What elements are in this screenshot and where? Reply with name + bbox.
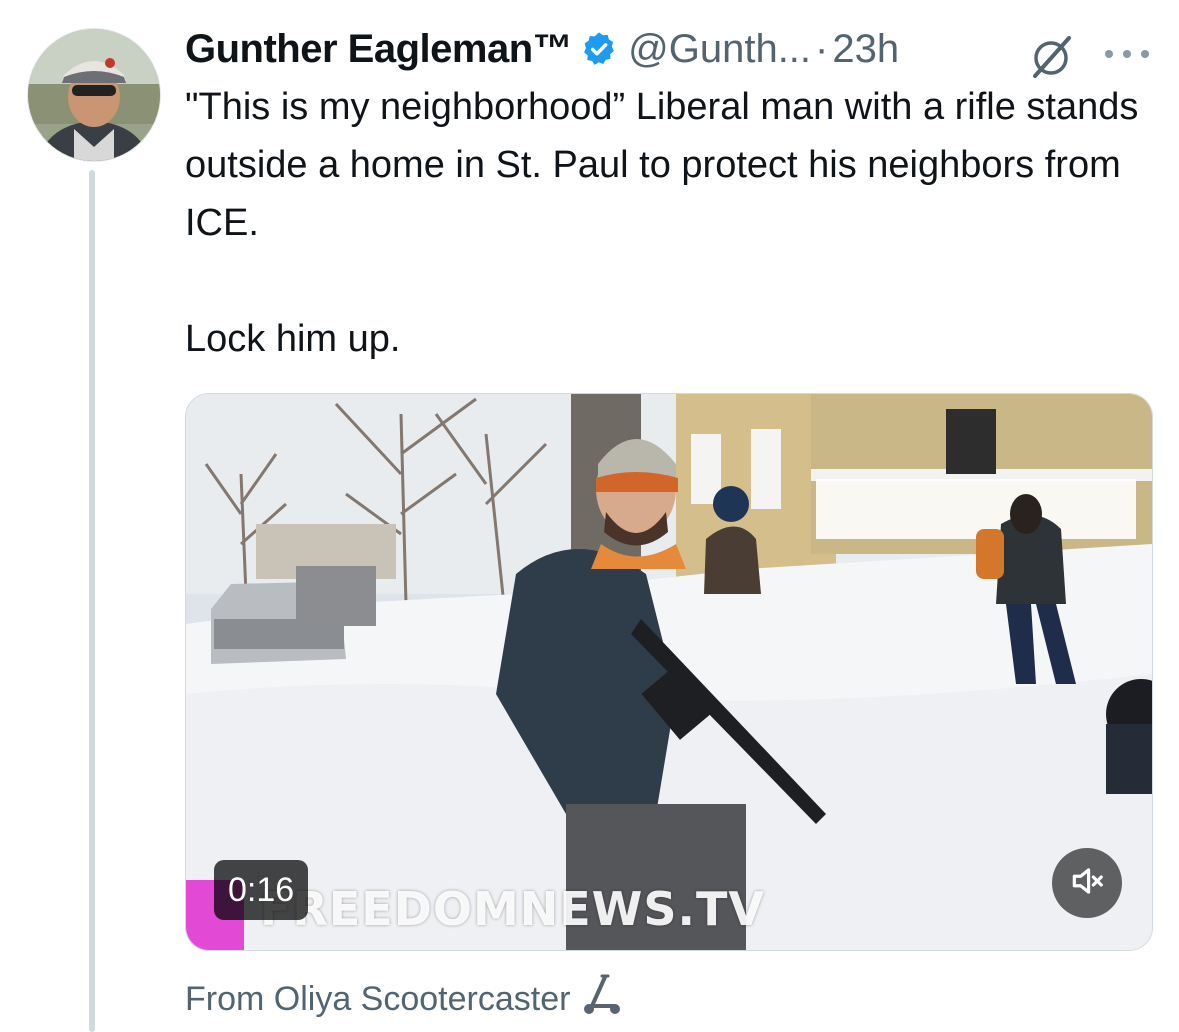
video-duration: 0:16 xyxy=(214,860,309,920)
tweet-header: Gunther Eagleman™ @Gunth... · 23h xyxy=(185,24,1155,78)
avatar[interactable] xyxy=(27,28,161,162)
thread-line xyxy=(89,170,95,1032)
video-player[interactable]: FREEDOMNEWS.TV 0:16 xyxy=(185,393,1153,951)
more-icon[interactable] xyxy=(1101,44,1153,69)
verified-badge-icon xyxy=(580,30,618,68)
scooter-icon xyxy=(578,972,622,1027)
tweet-text: "This is my neighborhood” Liberal man wi… xyxy=(185,78,1160,368)
handle[interactable]: @Gunth... xyxy=(628,27,811,72)
timestamp[interactable]: 23h xyxy=(832,27,899,72)
mute-button[interactable] xyxy=(1052,848,1122,918)
video-frame xyxy=(186,394,1152,950)
separator-dot: · xyxy=(815,26,829,71)
media-attribution[interactable]: From Oliya Scootercaster xyxy=(185,972,622,1027)
display-name[interactable]: Gunther Eagleman™ xyxy=(185,27,573,72)
tweet-paragraph: Lock him up. xyxy=(185,318,401,360)
video-watermark: FREEDOMNEWS.TV xyxy=(260,882,765,936)
speaker-muted-icon xyxy=(1068,862,1106,905)
attribution-text[interactable]: From Oliya Scootercaster xyxy=(185,980,570,1019)
tweet-paragraph: "This is my neighborhood” Liberal man wi… xyxy=(185,86,1139,244)
